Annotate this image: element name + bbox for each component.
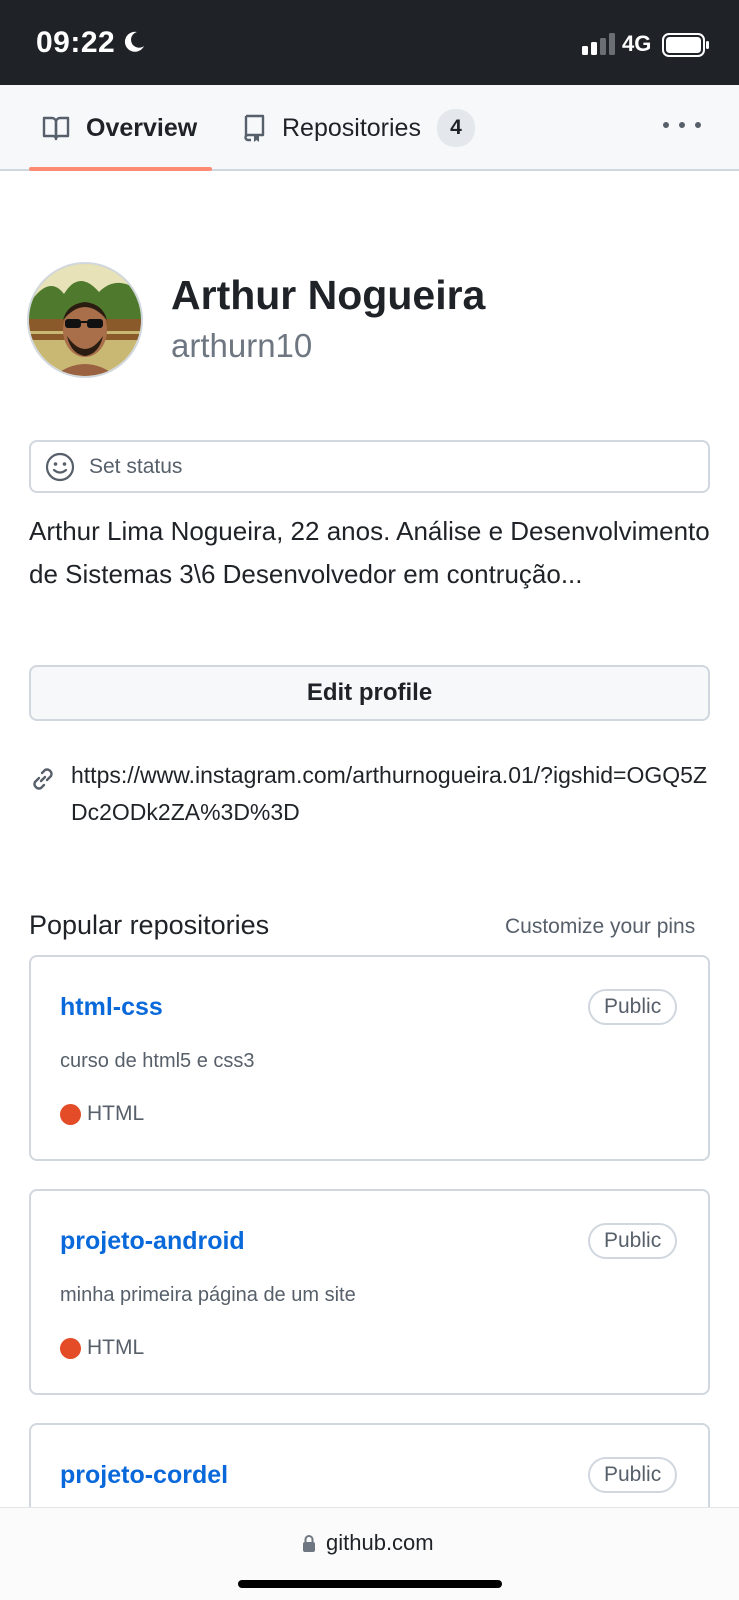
avatar[interactable] <box>27 262 143 378</box>
status-time: 09:22 <box>36 26 116 59</box>
battery-icon <box>662 33 709 57</box>
tab-overview[interactable]: Overview <box>42 85 197 171</box>
repositories-count-badge: 4 <box>436 109 475 147</box>
profile-login: arthurn10 <box>171 327 313 364</box>
repo-name-link[interactable]: html-css <box>60 993 163 1022</box>
set-status-label: Set status <box>89 454 183 478</box>
repo-description: minha primeira página de um site <box>60 1284 356 1306</box>
network-type: 4G <box>622 31 652 56</box>
lock-icon <box>303 1535 315 1552</box>
customize-pins-link[interactable]: Customize your pins <box>505 915 695 939</box>
profile-tabs: Overview Repositories 4 <box>0 85 739 171</box>
status-bar: 09:22 4G <box>0 0 739 85</box>
visibility-badge: Public <box>588 1223 678 1259</box>
smiley-icon <box>45 452 75 481</box>
language-color-dot <box>60 1337 81 1359</box>
visibility-badge: Public <box>588 989 678 1025</box>
moon-icon <box>124 31 144 52</box>
url-text: github.com <box>326 1530 434 1555</box>
repo-language-label: HTML <box>87 1102 145 1125</box>
signal-icon <box>582 33 615 55</box>
repo-description: curso de html5 e css3 <box>60 1050 255 1072</box>
kebab-horizontal-icon[interactable] <box>660 110 704 140</box>
popular-repositories-heading: Popular repositories <box>29 910 270 940</box>
repo-name-link[interactable]: projeto-cordel <box>60 1461 228 1490</box>
language-color-dot <box>60 1103 81 1125</box>
repo-card: html-css Public curso de html5 e css3 HT… <box>29 955 710 1161</box>
tab-repositories-label: Repositories <box>282 113 421 142</box>
edit-profile-button[interactable]: Edit profile <box>29 665 710 721</box>
repo-language: HTML <box>60 1336 144 1360</box>
repo-language-label: HTML <box>87 1336 145 1359</box>
link-icon <box>33 768 53 790</box>
book-icon <box>42 116 70 141</box>
active-tab-indicator <box>29 167 212 171</box>
repo-name-link[interactable]: projeto-android <box>60 1227 245 1256</box>
repo-language: HTML <box>60 1102 144 1126</box>
visibility-badge: Public <box>588 1457 678 1493</box>
repo-icon <box>244 114 265 142</box>
profile-name: Arthur Nogueira <box>171 272 486 318</box>
profile-bio: Arthur Lima Nogueira, 22 anos. Análise e… <box>29 516 710 589</box>
browser-url-bar[interactable]: github.com <box>0 1507 739 1600</box>
avatar-photo <box>29 264 141 376</box>
repo-card: projeto-android Public minha primeira pá… <box>29 1189 710 1395</box>
profile-website-link[interactable]: https://www.instagram.com/arthurnogueira… <box>71 757 711 831</box>
tab-repositories[interactable]: Repositories 4 <box>242 85 475 171</box>
set-status-button[interactable]: Set status <box>29 440 710 493</box>
home-indicator[interactable] <box>238 1580 502 1588</box>
tab-overview-label: Overview <box>86 113 198 142</box>
